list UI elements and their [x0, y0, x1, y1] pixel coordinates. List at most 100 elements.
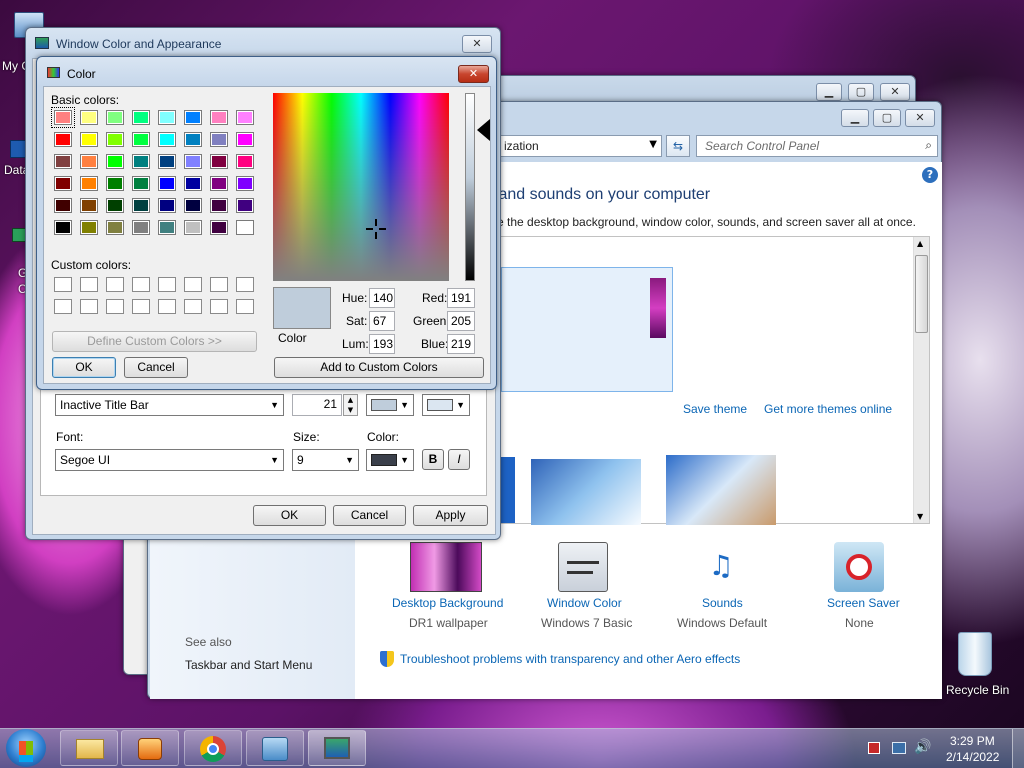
basic-color-swatch[interactable]: [106, 198, 124, 213]
basic-color-swatch[interactable]: [132, 176, 150, 191]
item-combo[interactable]: Inactive Title Bar ▼: [55, 394, 284, 416]
clock-date[interactable]: 2/14/2022: [946, 750, 999, 764]
minimize-button[interactable]: ▁: [816, 83, 842, 101]
custom-color-swatch[interactable]: [80, 299, 98, 314]
bold-button[interactable]: B: [422, 449, 444, 470]
clock-time[interactable]: 3:29 PM: [950, 734, 995, 748]
taskbar-chrome[interactable]: [184, 730, 242, 766]
basic-color-swatch[interactable]: [210, 176, 228, 191]
custom-color-swatch[interactable]: [80, 277, 98, 292]
item-size-input[interactable]: 21: [292, 394, 342, 416]
basic-color-swatch[interactable]: [210, 154, 228, 169]
scroll-thumb[interactable]: [915, 255, 928, 333]
network-icon[interactable]: [892, 742, 906, 754]
basic-color-swatch[interactable]: [210, 198, 228, 213]
basic-color-swatch[interactable]: [184, 198, 202, 213]
cancel-button[interactable]: Cancel: [333, 505, 406, 526]
custom-color-swatch[interactable]: [210, 299, 228, 314]
maximize-button[interactable]: ▢: [848, 83, 874, 101]
custom-color-swatch[interactable]: [184, 277, 202, 292]
basic-color-swatch[interactable]: [184, 154, 202, 169]
basic-color-swatch[interactable]: [106, 220, 124, 235]
custom-color-swatch[interactable]: [132, 299, 150, 314]
cancel-button[interactable]: Cancel: [124, 357, 188, 378]
theme-thumbnail-aero[interactable]: [531, 459, 641, 525]
basic-color-swatch[interactable]: [54, 198, 72, 213]
custom-color-swatch[interactable]: [54, 277, 72, 292]
ok-button[interactable]: OK: [253, 505, 326, 526]
basic-color-swatch[interactable]: [54, 176, 72, 191]
custom-color-swatch[interactable]: [236, 299, 254, 314]
taskbar-explorer[interactable]: [60, 730, 118, 766]
show-desktop-button[interactable]: [1012, 729, 1024, 768]
search-icon[interactable]: ⌕: [925, 138, 932, 153]
font-color-picker[interactable]: ▼: [366, 449, 414, 471]
custom-color-swatch[interactable]: [210, 277, 228, 292]
basic-color-swatch[interactable]: [236, 110, 254, 125]
color2-picker[interactable]: ▼: [422, 394, 470, 416]
scroll-up-arrow[interactable]: ▲: [917, 239, 923, 248]
refresh-button[interactable]: ⇆: [666, 135, 690, 157]
theme-thumbnail-basic[interactable]: [501, 457, 515, 523]
hue-input[interactable]: 140: [369, 288, 395, 308]
basic-color-swatch[interactable]: [106, 132, 124, 147]
sounds-icon[interactable]: ♫: [696, 542, 746, 592]
theme-thumbnail-scenes[interactable]: [666, 455, 776, 525]
basic-color-swatch[interactable]: [132, 110, 150, 125]
basic-color-swatch[interactable]: [132, 132, 150, 147]
custom-color-swatch[interactable]: [106, 299, 124, 314]
custom-color-swatch[interactable]: [54, 299, 72, 314]
window-color-link[interactable]: Window Color: [547, 596, 622, 610]
basic-color-swatch[interactable]: [236, 132, 254, 147]
desktop-background-link[interactable]: Desktop Background: [392, 596, 503, 610]
taskbar-media-player[interactable]: [121, 730, 179, 766]
sounds-link[interactable]: Sounds: [702, 596, 743, 610]
color1-picker[interactable]: ▼: [366, 394, 414, 416]
sat-input[interactable]: 67: [369, 311, 395, 331]
basic-color-swatch[interactable]: [80, 110, 98, 125]
close-button[interactable]: ✕: [458, 65, 489, 83]
basic-color-swatch[interactable]: [184, 110, 202, 125]
volume-icon[interactable]: 🔊: [914, 739, 931, 755]
basic-color-swatch[interactable]: [184, 132, 202, 147]
minimize-button[interactable]: ▁: [841, 109, 869, 127]
scrollbar[interactable]: ▲ ▼: [913, 237, 929, 523]
search-input[interactable]: Search Control Panel ⌕: [696, 135, 938, 157]
taskbar-start-menu-link[interactable]: Taskbar and Start Menu: [185, 658, 312, 672]
screen-saver-link[interactable]: Screen Saver: [827, 596, 900, 610]
ok-button[interactable]: OK: [52, 357, 116, 378]
lum-input[interactable]: 193: [369, 334, 395, 354]
help-icon[interactable]: ?: [922, 167, 938, 183]
size-spinner[interactable]: ▲ ▼: [343, 394, 358, 416]
apply-button[interactable]: Apply: [413, 505, 488, 526]
basic-color-swatch[interactable]: [132, 198, 150, 213]
troubleshoot-link[interactable]: Troubleshoot problems with transparency …: [400, 652, 740, 666]
font-combo[interactable]: Segoe UI ▼: [55, 449, 284, 471]
basic-color-swatch[interactable]: [132, 154, 150, 169]
basic-color-swatch[interactable]: [80, 198, 98, 213]
maximize-button[interactable]: ▢: [873, 109, 901, 127]
scroll-down-arrow[interactable]: ▼: [917, 512, 923, 521]
blue-input[interactable]: 219: [447, 334, 475, 354]
basic-color-swatch[interactable]: [80, 132, 98, 147]
save-theme-link[interactable]: Save theme: [683, 402, 747, 416]
basic-color-swatch[interactable]: [54, 220, 72, 235]
recycle-bin-icon[interactable]: [958, 632, 992, 676]
basic-color-swatch[interactable]: [236, 220, 254, 235]
custom-color-swatch[interactable]: [158, 277, 176, 292]
basic-color-swatch[interactable]: [210, 132, 228, 147]
window-color-icon[interactable]: [558, 542, 608, 592]
basic-color-swatch[interactable]: [106, 176, 124, 191]
action-center-flag-icon[interactable]: [868, 742, 880, 754]
basic-color-swatch[interactable]: [132, 220, 150, 235]
basic-color-swatch[interactable]: [80, 220, 98, 235]
basic-color-swatch[interactable]: [106, 110, 124, 125]
crosshair-icon[interactable]: [366, 219, 386, 239]
desktop-background-icon[interactable]: [410, 542, 482, 592]
basic-color-swatch[interactable]: [236, 176, 254, 191]
basic-color-swatch[interactable]: [184, 220, 202, 235]
themes-list[interactable]: Save theme Get more themes online ▲ ▼: [500, 236, 930, 525]
basic-color-swatch[interactable]: [54, 132, 72, 147]
basic-color-swatch[interactable]: [54, 154, 72, 169]
italic-button[interactable]: I: [448, 449, 470, 470]
